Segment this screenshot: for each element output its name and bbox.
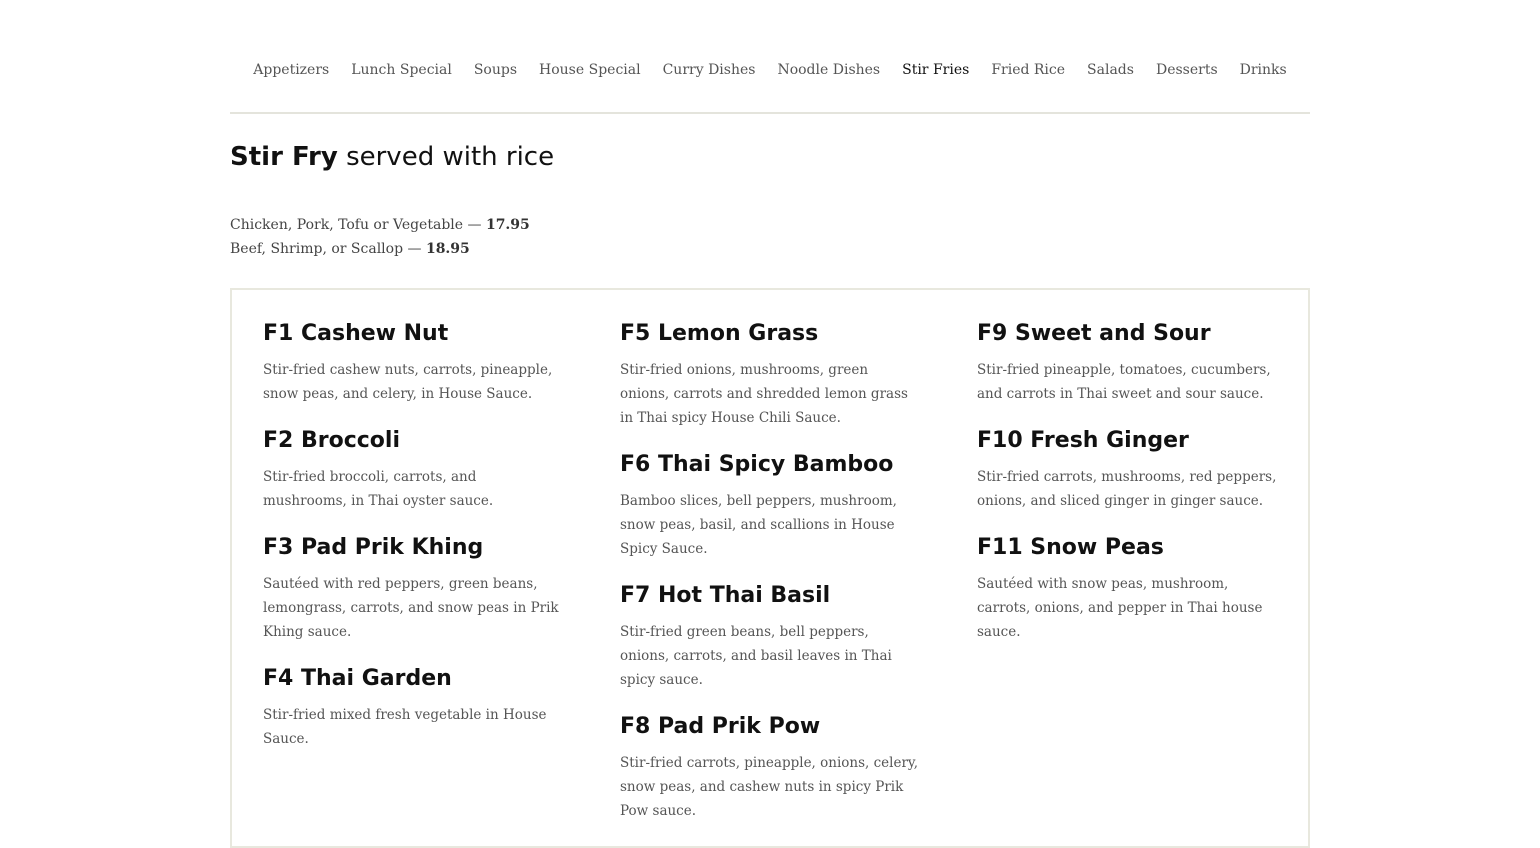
menu-column: F5 Lemon Grass Stir-fried onions, mushroo… — [620, 318, 920, 842]
nav-fried-rice[interactable]: Fried Rice — [991, 61, 1065, 79]
section-title-subtitle: served with rice — [337, 142, 555, 172]
menu-item: F8 Pad Prik Pow Stir-fried carrots, pinea… — [620, 711, 920, 823]
nav-desserts[interactable]: Desserts — [1156, 61, 1218, 79]
menu-item-description: Sautéed with snow peas, mushroom, carrot… — [977, 576, 1263, 640]
menu-item-description: Stir-fried onions, mushrooms, green onio… — [620, 362, 908, 426]
menu-item: F9 Sweet and Sour Stir-fried pineapple, t… — [977, 318, 1277, 406]
nav-soups[interactable]: Soups — [474, 61, 517, 79]
menu-item-name: F5 Lemon Grass — [620, 321, 819, 346]
menu-item-description: Sautéed with red peppers, green beans, l… — [263, 576, 559, 640]
menu-item-name: F9 Sweet and Sour — [977, 321, 1211, 346]
nav-stir-fries[interactable]: Stir Fries — [902, 61, 969, 79]
menu-column: F1 Cashew Nut Stir-fried cashew nuts, car… — [263, 318, 563, 770]
menu-item-name: F7 Hot Thai Basil — [620, 583, 831, 608]
menu-item-name: F8 Pad Prik Pow — [620, 714, 821, 739]
price-row: Chicken, Pork, Tofu or Vegetable — 17.95 — [230, 213, 530, 237]
price-list: Chicken, Pork, Tofu or Vegetable — 17.95… — [230, 213, 530, 261]
menu-item-description: Stir-fried cashew nuts, carrots, pineapp… — [263, 362, 553, 402]
nav-appetizers[interactable]: Appetizers — [253, 61, 329, 79]
menu-item: F7 Hot Thai Basil Stir-fried green beans,… — [620, 580, 920, 692]
price-label: Chicken, Pork, Tofu or Vegetable — — [230, 217, 486, 233]
menu-column: F9 Sweet and Sour Stir-fried pineapple, t… — [977, 318, 1277, 663]
menu-item-name: F2 Broccoli — [263, 428, 401, 453]
menu-item: F10 Fresh Ginger Stir-fried carrots, mush… — [977, 425, 1277, 513]
menu-item: F3 Pad Prik Khing Sautéed with red pepper… — [263, 532, 563, 644]
nav-house-special[interactable]: House Special — [539, 61, 641, 79]
nav-curry-dishes[interactable]: Curry Dishes — [663, 61, 756, 79]
menu-item-description: Stir-fried pineapple, tomatoes, cucumber… — [977, 362, 1271, 402]
menu-item-name: F1 Cashew Nut — [263, 321, 449, 346]
menu-item: F11 Snow Peas Sautéed with snow peas, mus… — [977, 532, 1277, 644]
menu-item: F4 Thai Garden Stir-fried mixed fresh veg… — [263, 663, 563, 751]
menu-item-description: Stir-fried broccoli, carrots, and mushro… — [263, 469, 494, 509]
nav-lunch-special[interactable]: Lunch Special — [351, 61, 452, 79]
menu-item-description: Stir-fried carrots, pineapple, onions, c… — [620, 755, 919, 819]
nav-salads[interactable]: Salads — [1087, 61, 1134, 79]
menu-item: F1 Cashew Nut Stir-fried cashew nuts, car… — [263, 318, 563, 406]
menu-item: F6 Thai Spicy Bamboo Bamboo slices, bell … — [620, 449, 920, 561]
menu-item-description: Bamboo slices, bell peppers, mushroom, s… — [620, 493, 897, 557]
menu-item-name: F10 Fresh Ginger — [977, 428, 1189, 453]
price-label: Beef, Shrimp, or Scallop — — [230, 241, 426, 257]
menu-item-name: F11 Snow Peas — [977, 535, 1164, 560]
nav-noodle-dishes[interactable]: Noodle Dishes — [777, 61, 880, 79]
menu-item-description: Stir-fried mixed fresh vegetable in Hous… — [263, 707, 547, 747]
menu-category-nav: Appetizers Lunch Special Soups House Spe… — [230, 0, 1310, 114]
menu-item-description: Stir-fried green beans, bell peppers, on… — [620, 624, 892, 688]
menu-item-name: F6 Thai Spicy Bamboo — [620, 452, 894, 477]
nav-drinks[interactable]: Drinks — [1240, 61, 1287, 79]
menu-item-name: F4 Thai Garden — [263, 666, 452, 691]
price-row: Beef, Shrimp, or Scallop — 18.95 — [230, 237, 530, 261]
menu-item-description: Stir-fried carrots, mushrooms, red peppe… — [977, 469, 1277, 509]
page-container: Appetizers Lunch Special Soups House Spe… — [230, 0, 1310, 848]
menu-item: F2 Broccoli Stir-fried broccoli, carrots,… — [263, 425, 563, 513]
menu-item: F5 Lemon Grass Stir-fried onions, mushroo… — [620, 318, 920, 430]
section-title: Stir Fry served with rice — [230, 140, 554, 174]
price-value: 18.95 — [425, 241, 470, 257]
section-title-bold: Stir Fry — [230, 142, 338, 172]
menu-items-box: F1 Cashew Nut Stir-fried cashew nuts, car… — [230, 288, 1310, 848]
price-value: 17.95 — [485, 217, 530, 233]
menu-item-name: F3 Pad Prik Khing — [263, 535, 484, 560]
